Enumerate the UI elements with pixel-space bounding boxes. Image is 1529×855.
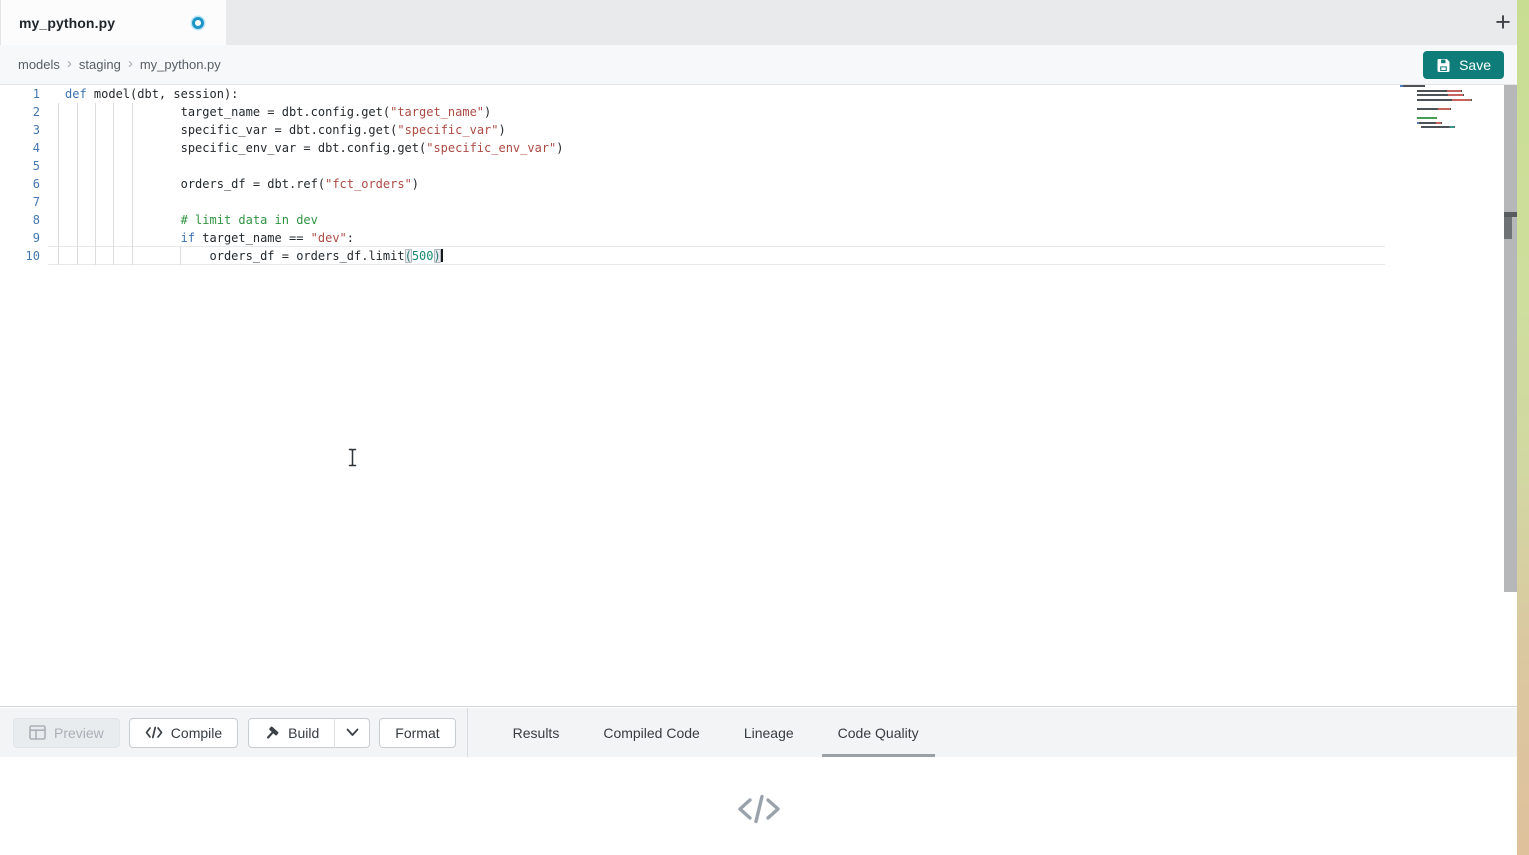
indent-guide: [113, 103, 114, 265]
build-button-label: Build: [288, 725, 319, 741]
indent-guide: [58, 103, 59, 265]
text-caret: [441, 249, 443, 262]
line-text: orders_df = orders_df.limit(500): [65, 247, 443, 265]
line-text: if target_name == "dev":: [65, 229, 354, 247]
line-number: 9: [0, 229, 40, 247]
build-options-button[interactable]: [334, 718, 370, 748]
result-tabs: Results Compiled Code Lineage Code Quali…: [491, 708, 941, 757]
table-grid-icon: [29, 725, 46, 740]
line-number: 8: [0, 211, 40, 229]
indent-guide: [180, 247, 181, 265]
desktop-edge-strip: [1517, 0, 1529, 855]
code-line[interactable]: 8 # limit data in dev: [0, 211, 1517, 229]
toolbar-divider: [467, 708, 468, 757]
line-number: 7: [0, 193, 40, 211]
unsaved-changes-icon: [192, 17, 204, 29]
tab-compiled-code-label: Compiled Code: [603, 725, 700, 741]
line-number: 2: [0, 103, 40, 121]
save-button[interactable]: Save: [1423, 51, 1504, 79]
line-text: specific_env_var = dbt.config.get("speci…: [65, 139, 564, 157]
tab-results-label: Results: [513, 725, 560, 741]
preview-button-label: Preview: [54, 725, 104, 741]
code-line[interactable]: 7: [0, 193, 1517, 211]
indent-guide: [132, 103, 133, 265]
code-line[interactable]: 6 orders_df = dbt.ref("fct_orders"): [0, 175, 1517, 193]
compile-button[interactable]: Compile: [129, 718, 238, 748]
breadcrumb-filename: my_python.py: [140, 57, 221, 72]
code-line[interactable]: 9 if target_name == "dev":: [0, 229, 1517, 247]
tab-results[interactable]: Results: [491, 708, 582, 757]
line-text: target_name = dbt.config.get("target_nam…: [65, 103, 491, 121]
compile-button-label: Compile: [171, 725, 222, 741]
file-tab-title: my_python.py: [19, 15, 115, 31]
text-ibeam-cursor: [347, 448, 358, 472]
indent-guide: [95, 103, 96, 265]
format-button-label: Format: [395, 725, 439, 741]
build-split-button: Build: [248, 718, 370, 748]
editor-tab-bar: my_python.py +: [0, 0, 1529, 45]
line-number: 10: [0, 247, 40, 265]
line-text: def model(dbt, session):: [65, 85, 238, 103]
dbt-ide-window: my_python.py + models › staging › my_pyt…: [0, 0, 1529, 855]
tab-code-quality[interactable]: Code Quality: [816, 708, 941, 757]
indent-guide: [77, 103, 78, 265]
code-editor[interactable]: 1def model(dbt, session):2 target_name =…: [0, 85, 1517, 706]
tab-compiled-code[interactable]: Compiled Code: [581, 708, 722, 757]
new-tab-button[interactable]: +: [1485, 4, 1521, 40]
line-number: 4: [0, 139, 40, 157]
code-line[interactable]: 1 def model(dbt, session):: [0, 85, 1517, 103]
code-slash-icon: [736, 791, 782, 832]
chevron-down-icon: [346, 728, 359, 737]
tab-lineage-label: Lineage: [744, 725, 794, 741]
line-number: 5: [0, 157, 40, 175]
tab-code-quality-label: Code Quality: [838, 725, 919, 741]
code-lines: 1def model(dbt, session):2 target_name =…: [0, 85, 1517, 265]
code-line[interactable]: 2 target_name = dbt.config.get("target_n…: [0, 103, 1517, 121]
build-button[interactable]: Build: [248, 718, 335, 748]
chevron-right-icon: ›: [67, 55, 72, 72]
minimap[interactable]: [1400, 85, 1490, 131]
code-brackets-icon: [145, 726, 163, 739]
scrollbar-thumb[interactable]: [1504, 217, 1512, 239]
line-text: # limit data in dev: [65, 211, 318, 229]
save-button-label: Save: [1459, 57, 1491, 73]
tab-lineage[interactable]: Lineage: [722, 708, 816, 757]
code-line[interactable]: 10 orders_df = orders_df.limit(500): [0, 247, 1517, 265]
preview-button[interactable]: Preview: [13, 718, 120, 748]
floppy-disk-icon: [1436, 58, 1451, 73]
hammer-icon: [264, 725, 280, 741]
bottom-panel: Preview Compile: [0, 706, 1517, 855]
code-line[interactable]: 5: [0, 157, 1517, 175]
action-toolbar: Preview Compile: [0, 708, 1517, 757]
line-number: 6: [0, 175, 40, 193]
format-button[interactable]: Format: [379, 718, 455, 748]
plus-icon: +: [1495, 7, 1511, 38]
code-line[interactable]: 3 specific_var = dbt.config.get("specifi…: [0, 121, 1517, 139]
breadcrumb: models › staging › my_python.py Save: [0, 45, 1529, 85]
breadcrumb-models: models: [18, 57, 60, 72]
code-line[interactable]: 4 specific_env_var = dbt.config.get("spe…: [0, 139, 1517, 157]
file-tab-my-python[interactable]: my_python.py: [0, 0, 226, 45]
editor-scrollbar[interactable]: [1504, 85, 1518, 592]
line-number: 3: [0, 121, 40, 139]
breadcrumb-staging: staging: [79, 57, 121, 72]
line-number: 1: [0, 85, 40, 103]
chevron-right-icon: ›: [128, 55, 133, 72]
line-text: orders_df = dbt.ref("fct_orders"): [65, 175, 419, 193]
